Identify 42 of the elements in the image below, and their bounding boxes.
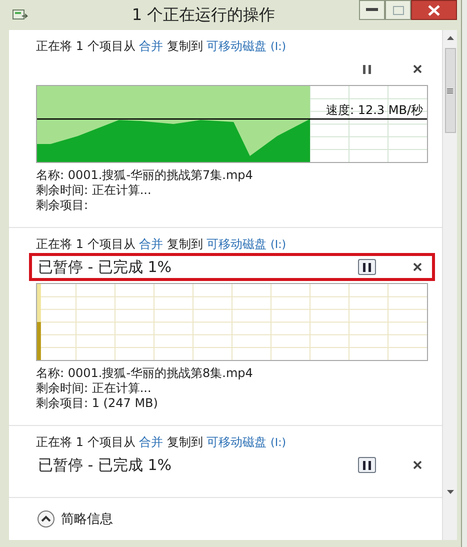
drive-letter: (I:): [270, 436, 286, 449]
detail-line: 剩余项目: 1 (247 MB): [36, 396, 159, 411]
scrollbar[interactable]: [442, 30, 457, 540]
detail-line: 名称: 0001.搜狐-华丽的挑战第8集.mp4: [36, 366, 254, 381]
detail-line: 剩余时间: 正在计算...: [36, 381, 152, 396]
drive-letter: (I:): [270, 40, 286, 53]
chevron-up-icon: [37, 510, 55, 528]
speed-label: 速度: 12.3 MB/秒: [326, 102, 423, 119]
source-link[interactable]: 合并: [139, 237, 164, 251]
resume-button[interactable]: [358, 259, 376, 275]
destination-link[interactable]: 可移动磁盘: [206, 237, 267, 251]
resume-button[interactable]: [358, 457, 376, 473]
drive-letter: (I:): [270, 238, 286, 251]
source-link[interactable]: 合并: [139, 435, 164, 449]
detail-line: 剩余时间: 正在计算...: [36, 183, 152, 198]
minimize-icon: [366, 8, 378, 12]
copy-description: 正在将 1 个项目从 合并 复制到 可移动磁盘 (I:): [36, 434, 288, 451]
destination-link[interactable]: 可移动磁盘: [206, 39, 267, 53]
window-title: 1 个正在运行的操作: [130, 4, 276, 26]
copy-icon: [12, 8, 28, 22]
fewer-details-button[interactable]: 简略信息: [35, 508, 115, 530]
scroll-thumb[interactable]: [444, 48, 456, 133]
scroll-up-icon[interactable]: [446, 36, 454, 40]
scroll-down-icon[interactable]: [446, 490, 454, 494]
detail-line: 名称: 0001.搜狐-华丽的挑战第7集.mp4: [36, 168, 254, 183]
copy-description: 正在将 1 个项目从 合并 复制到 可移动磁盘 (I:): [36, 38, 288, 55]
destination-link[interactable]: 可移动磁盘: [206, 435, 267, 449]
source-link[interactable]: 合并: [139, 39, 164, 53]
pause-icon: [363, 64, 371, 74]
close-button[interactable]: [411, 0, 457, 20]
detail-line: 剩余项目:: [36, 198, 90, 213]
close-icon: [412, 65, 422, 73]
maximize-icon: [392, 6, 404, 14]
close-icon: [428, 4, 440, 16]
close-icon: [412, 263, 422, 271]
status-text: 已暂停 - 已完成 1%: [38, 455, 173, 475]
copy-description: 正在将 1 个项目从 合并 复制到 可移动磁盘 (I:): [36, 236, 288, 253]
close-icon: [412, 461, 422, 469]
status-text: 已暂停 - 已完成 1%: [38, 257, 173, 277]
minimize-button[interactable]: [359, 0, 385, 20]
pause-icon: [363, 460, 371, 470]
pause-icon: [363, 262, 371, 272]
